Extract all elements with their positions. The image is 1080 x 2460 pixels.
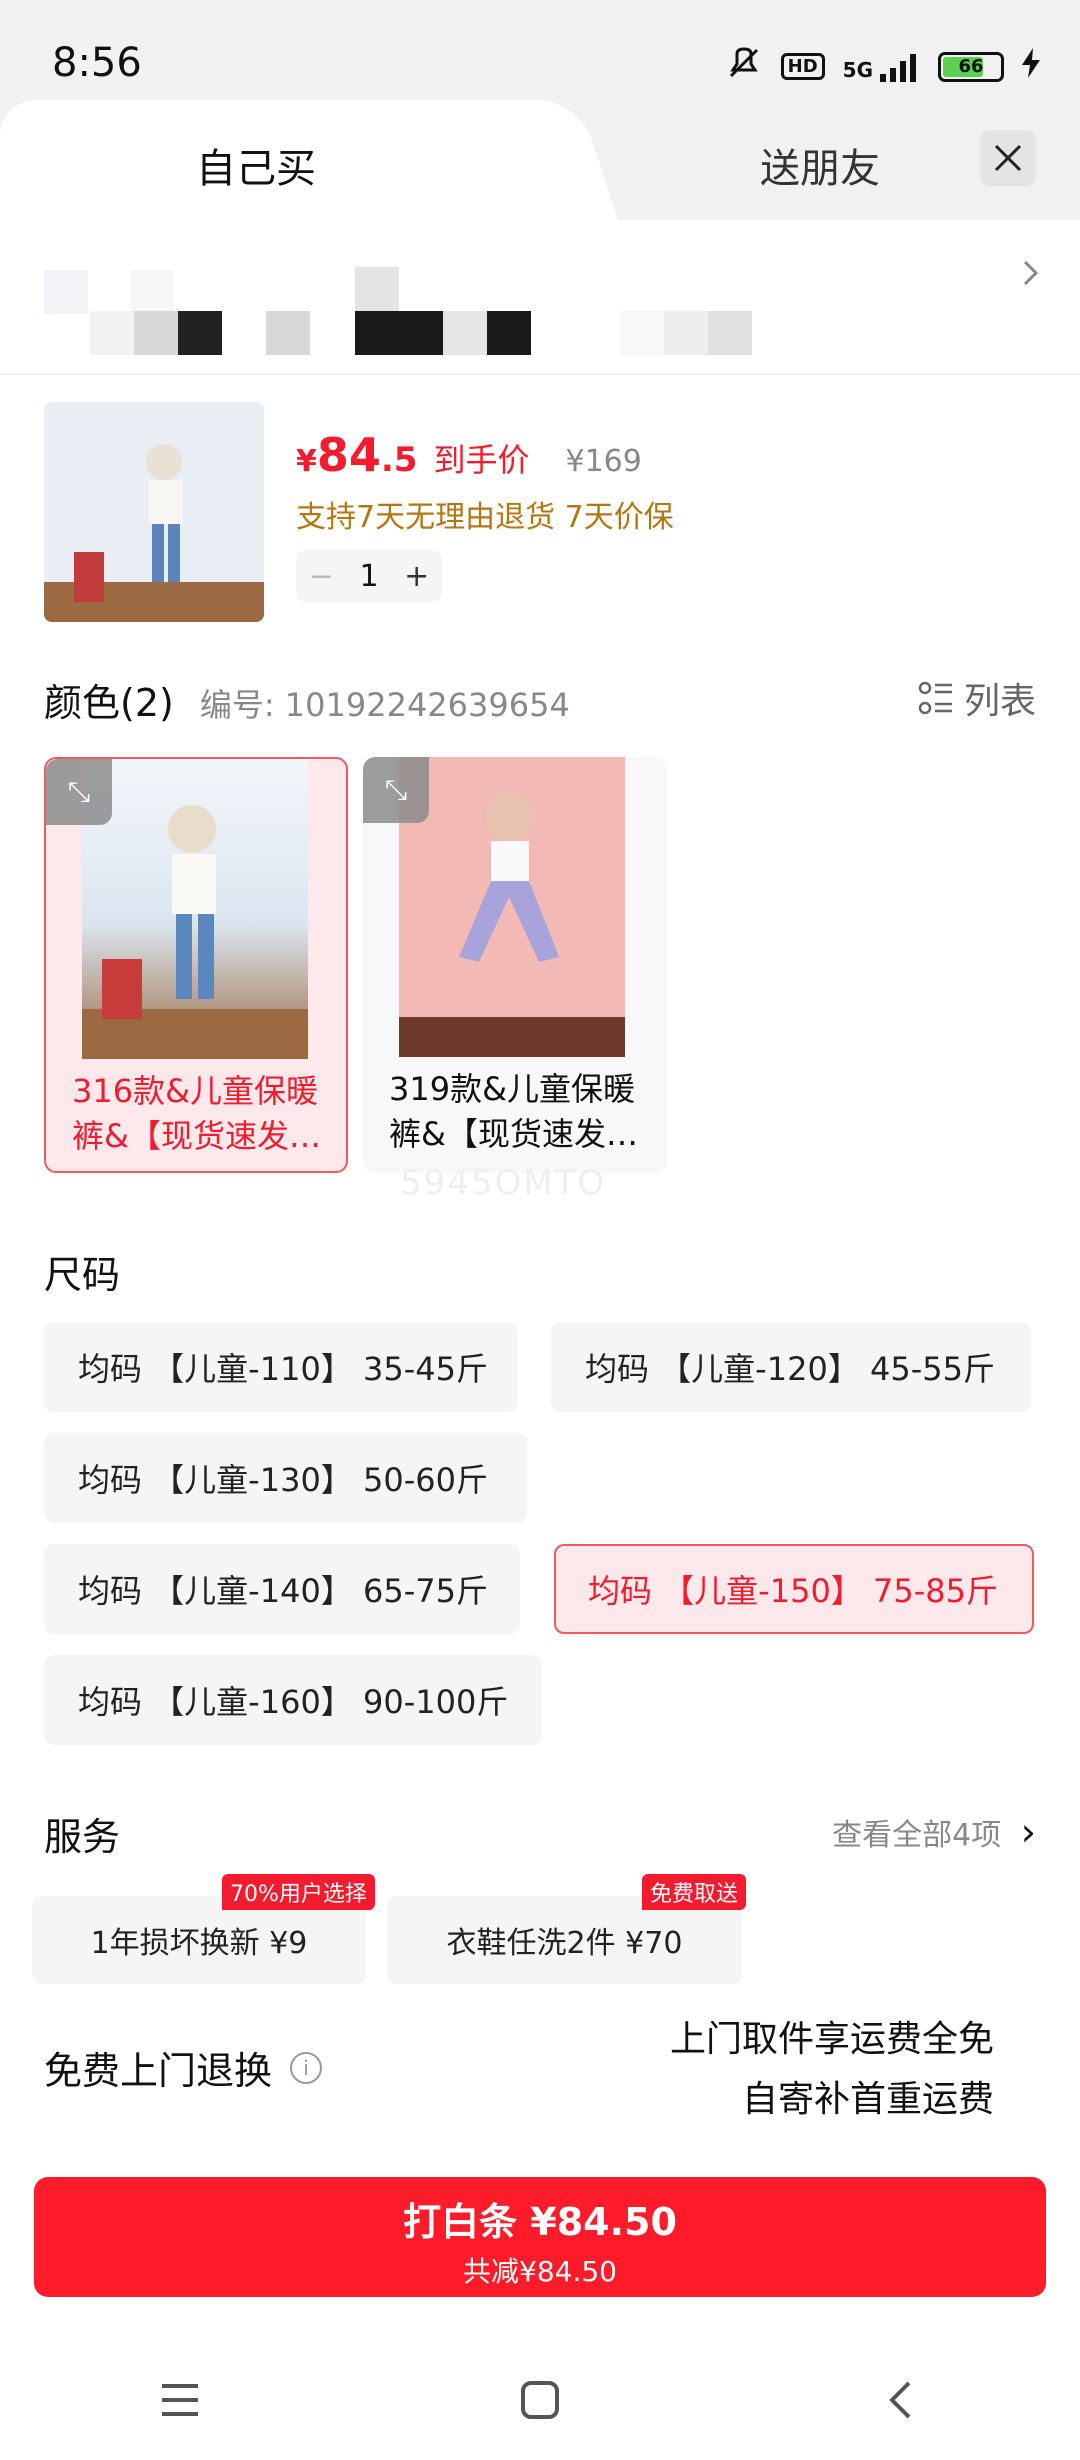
color-option-label: 316款&儿童保暖裤&【现货速发…: [72, 1072, 321, 1155]
size-option-140[interactable]: 均码 【儿童-140】 65-75斤: [44, 1544, 520, 1634]
price-decimal: .5: [380, 440, 418, 480]
tab-self-buy-label[interactable]: 自己买: [196, 136, 316, 194]
redacted-block: [90, 311, 134, 355]
product-thumbnail[interactable]: [44, 402, 264, 622]
color-header: 颜色(2) 编号: 10192242639654: [44, 672, 570, 727]
signal-icon: 5G: [843, 52, 920, 82]
service-badge: 免费取送: [642, 1874, 747, 1910]
info-icon[interactable]: i: [290, 2051, 323, 2084]
pay-button-discount: 共减¥84.50: [463, 2255, 617, 2288]
redacted-block: [355, 311, 443, 355]
size-option-120[interactable]: 均码 【儿童-120】 45-55斤: [551, 1322, 1031, 1412]
size-option-160[interactable]: 均码 【儿童-160】 90-100斤: [44, 1655, 542, 1745]
chevron-right-icon: ›: [1020, 1810, 1036, 1854]
list-label: 列表: [963, 681, 1036, 722]
view-all-services-link[interactable]: 查看全部4项 ›: [832, 1810, 1036, 1854]
redacted-block: [44, 270, 88, 314]
free-return-title: 免费上门退换: [44, 2049, 273, 2093]
redacted-block: [130, 270, 174, 314]
list-view-toggle[interactable]: 列表: [918, 672, 1036, 724]
pay-button-label: 打白条 ¥84.50: [403, 2200, 677, 2244]
size-title: 尺码: [44, 1253, 121, 1297]
network-label: 5G: [842, 57, 873, 82]
hd-badge: HD: [780, 53, 825, 80]
free-return-line2: 自寄补首重运费: [741, 2079, 994, 2120]
color-option-316[interactable]: ⤡ 316款&儿童保暖裤&【现货速发…: [44, 757, 348, 1173]
purchase-mode-tabs: 自己买 送朋友: [0, 100, 1080, 230]
view-all-label: 查看全部4项: [832, 1818, 1002, 1853]
quantity-value[interactable]: 1: [359, 559, 378, 594]
price-integer: 84: [316, 428, 381, 482]
expand-icon[interactable]: ⤡: [363, 757, 429, 823]
redacted-block: [443, 311, 487, 355]
price-row: ¥84.5 到手价 ¥169: [296, 428, 642, 482]
list-icon: [918, 681, 952, 715]
quantity-stepper: − 1 +: [296, 550, 442, 602]
home-icon[interactable]: [510, 2370, 570, 2430]
product-image: [44, 402, 264, 622]
close-button[interactable]: [980, 130, 1036, 186]
charging-icon: [1022, 48, 1040, 85]
redacted-block: [355, 267, 399, 311]
status-bar: 8:56 HD 5G 66: [0, 0, 1080, 110]
free-return-note: 上门取件享运费全免 自寄补首重运费: [670, 2010, 994, 2130]
product-code: 编号: 10192242639654: [199, 686, 570, 724]
return-policy: 支持7天无理由退货 7天价保: [296, 500, 674, 535]
tab-gift-friend[interactable]: 送朋友: [760, 136, 880, 194]
status-icons: HD 5G 66: [725, 46, 1040, 87]
menu-icon[interactable]: [150, 2370, 210, 2430]
back-icon[interactable]: [870, 2370, 930, 2430]
redacted-block: [266, 311, 310, 355]
chevron-right-icon[interactable]: [1022, 255, 1040, 296]
price-tag: 到手价: [433, 441, 530, 479]
redacted-block: [134, 311, 178, 355]
redacted-block: [708, 311, 752, 355]
status-time: 8:56: [52, 40, 142, 86]
color-option-image: [399, 757, 625, 1057]
redacted-block: [178, 311, 222, 355]
increment-button[interactable]: +: [404, 559, 429, 594]
redacted-block: [487, 311, 531, 355]
pay-button[interactable]: 打白条 ¥84.50 共减¥84.50: [34, 2177, 1046, 2297]
redacted-block: [664, 311, 708, 355]
size-option-150[interactable]: 均码 【儿童-150】 75-85斤: [554, 1544, 1034, 1634]
price-currency: ¥: [296, 444, 317, 479]
color-option-image: [82, 759, 308, 1059]
final-price: ¥84.5: [296, 428, 417, 482]
service-badge: 70%用户选择: [222, 1874, 375, 1910]
color-option-label: 319款&儿童保暖裤&【现货速发…: [389, 1070, 638, 1153]
mute-icon: [725, 46, 763, 87]
service-title: 服务: [44, 1815, 121, 1859]
watermark: 5945OMTO: [400, 1163, 607, 1203]
free-return-line1: 上门取件享运费全免: [669, 2019, 994, 2060]
close-icon: [994, 144, 1022, 172]
original-price: ¥169: [565, 444, 642, 479]
battery-icon: 66: [938, 51, 1004, 82]
address-row[interactable]: [0, 225, 1080, 375]
redacted-block: [620, 311, 664, 355]
system-nav-bar: [0, 2340, 1080, 2460]
size-option-110[interactable]: 均码 【儿童-110】 35-45斤: [44, 1322, 518, 1412]
size-option-130[interactable]: 均码 【儿童-130】 50-60斤: [44, 1433, 527, 1523]
color-option-319[interactable]: ⤡ 319款&儿童保暖裤&【现货速发…: [363, 757, 667, 1173]
free-return-row: 免费上门退换 i: [44, 2040, 323, 2095]
battery-level: 66: [958, 56, 984, 77]
expand-icon[interactable]: ⤡: [46, 759, 112, 825]
decrement-button[interactable]: −: [309, 559, 334, 594]
color-title: 颜色(2): [44, 681, 174, 725]
